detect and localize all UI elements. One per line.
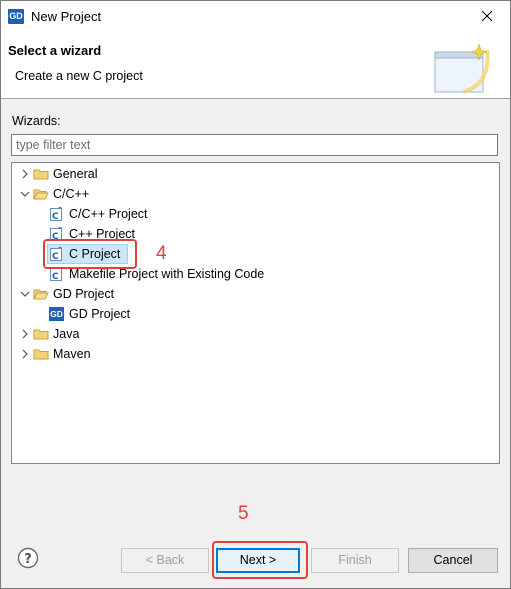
folder-icon	[33, 169, 49, 180]
finish-button[interactable]: Finish	[311, 548, 399, 573]
folder-open-icon	[33, 189, 49, 200]
tree-item-gd-category[interactable]: GD Project	[12, 284, 499, 304]
new-project-dialog: GD New Project Select a wizard Create a …	[0, 0, 511, 589]
chevron-down-icon[interactable]	[19, 188, 31, 200]
wizards-label: Wizards:	[12, 114, 61, 128]
folder-icon	[33, 329, 49, 340]
folder-open-icon	[33, 289, 49, 300]
wizard-header: Select a wizard Create a new C project	[1, 32, 510, 99]
chevron-right-icon[interactable]	[19, 348, 31, 360]
tree-item-maven[interactable]: Maven	[12, 344, 499, 364]
wizard-tree[interactable]: General C/C++ C C/C++ Project C C++ Proj…	[11, 162, 500, 464]
svg-text:C: C	[52, 212, 59, 222]
tree-item-label: Maven	[53, 347, 91, 361]
wizard-title: Select a wizard	[8, 43, 102, 58]
tree-item-label: General	[53, 167, 98, 181]
annotation-number-step5: 5	[238, 503, 249, 524]
tree-item-cpp-project[interactable]: C C/C++ Project	[12, 204, 499, 224]
svg-text:C: C	[52, 272, 59, 282]
tree-item-cpp-category[interactable]: C/C++	[12, 184, 499, 204]
cancel-button[interactable]: Cancel	[408, 548, 498, 573]
title-bar: GD New Project	[1, 1, 510, 32]
gd-app-icon: GD	[8, 9, 24, 24]
tree-item-java[interactable]: Java	[12, 324, 499, 344]
folder-icon	[33, 349, 49, 360]
tree-item-label: GD Project	[69, 307, 131, 321]
filter-input[interactable]	[11, 134, 498, 156]
annotation-box-step4	[43, 239, 137, 269]
tree-item-label: C/C++ Project	[69, 207, 148, 221]
new-wizard-banner-icon	[434, 43, 490, 94]
chevron-right-icon[interactable]	[19, 168, 31, 180]
tree-item-label: C/C++	[53, 187, 90, 201]
svg-text:?: ?	[24, 552, 32, 567]
tree-item-gd-project[interactable]: GD GD Project	[12, 304, 499, 324]
c-project-icon: C	[50, 207, 62, 222]
gd-icon: GD	[49, 307, 64, 321]
annotation-box-step5	[212, 541, 308, 579]
tree-item-label: GD Project	[53, 287, 115, 301]
chevron-down-icon[interactable]	[19, 288, 31, 300]
window-title: New Project	[31, 9, 102, 24]
help-icon[interactable]: ?	[17, 547, 39, 569]
annotation-number-step4: 4	[156, 243, 167, 264]
wizard-description: Create a new C project	[15, 69, 143, 83]
tree-item-label: Java	[53, 327, 80, 341]
tree-item-general[interactable]: General	[12, 164, 499, 184]
chevron-right-icon[interactable]	[19, 328, 31, 340]
close-button[interactable]	[464, 1, 510, 32]
close-icon	[481, 10, 493, 22]
back-button[interactable]: < Back	[121, 548, 209, 573]
